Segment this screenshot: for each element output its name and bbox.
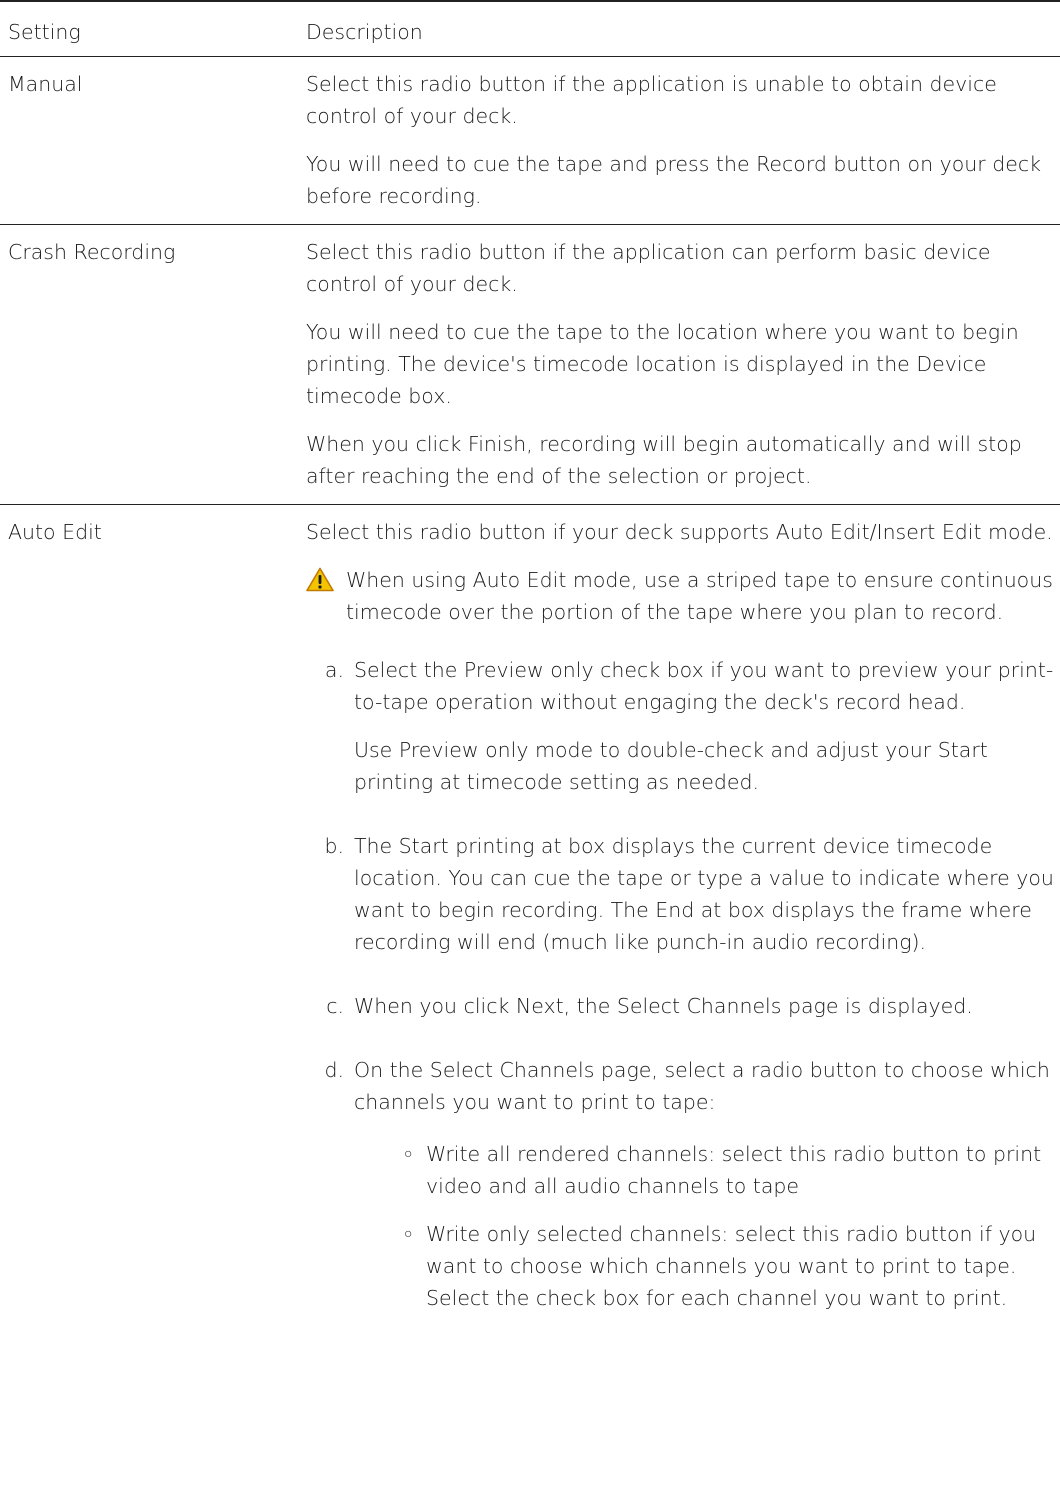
description-paragraph: Select this radio button if the applicat… (306, 240, 991, 296)
header-description: Description (306, 20, 423, 44)
step-body: On the Select Channels page, select a ra… (354, 1054, 1054, 1314)
description-paragraph: Select this radio button if the applicat… (306, 72, 997, 128)
step-marker: a. (324, 658, 344, 682)
description-paragraph: When you click Finish, recording will be… (306, 432, 1022, 488)
bullet-list: ○ Write all rendered channels: select th… (354, 1138, 1054, 1314)
bullet-icon: ○ (404, 1146, 413, 1162)
setting-name: Manual (8, 72, 83, 96)
step-paragraph: When you click Next, the Select Channels… (354, 994, 973, 1018)
bullet-text: Write all rendered channels: select this… (426, 1142, 1042, 1198)
step-paragraph: On the Select Channels page, select a ra… (354, 1058, 1050, 1114)
warning-text: When using Auto Edit mode, use a striped… (346, 568, 1053, 624)
table-row: Crash Recording Select this radio button… (0, 224, 1060, 504)
description-paragraph: Select this radio button if your deck su… (306, 520, 1053, 544)
setting-name: Auto Edit (8, 520, 102, 544)
header-setting: Setting (8, 20, 81, 44)
step-body: The Start printing at box displays the c… (354, 830, 1054, 974)
table-header-row: Setting Description (0, 0, 1060, 56)
bullet-text: Write only selected channels: select thi… (426, 1222, 1037, 1310)
step-marker: c. (326, 994, 344, 1018)
bullet-icon: ○ (404, 1226, 413, 1242)
step-marker: d. (324, 1058, 344, 1082)
step-paragraph: Select the Preview only check box if you… (354, 658, 1054, 714)
step-body: When you click Next, the Select Channels… (354, 990, 1054, 1038)
list-item: b. The Start printing at box displays th… (306, 830, 1054, 974)
warning-icon (306, 564, 346, 601)
description-paragraph: You will need to cue the tape and press … (306, 152, 1041, 208)
setting-description: Select this radio button if your deck su… (306, 505, 1060, 1342)
list-item: a. Select the Preview only check box if … (306, 654, 1054, 814)
settings-table: Setting Description Manual Select this r… (0, 0, 1060, 1342)
setting-description: Select this radio button if the applicat… (306, 225, 1060, 504)
steps-list: a. Select the Preview only check box if … (306, 654, 1054, 1314)
list-item: ○ Write only selected channels: select t… (354, 1218, 1054, 1314)
table-row: Auto Edit Select this radio button if yo… (0, 504, 1060, 1342)
step-paragraph: Use Preview only mode to double-check an… (354, 738, 988, 794)
list-item: d. On the Select Channels page, select a… (306, 1054, 1054, 1314)
setting-description: Select this radio button if the applicat… (306, 57, 1060, 224)
table-row: Manual Select this radio button if the a… (0, 56, 1060, 224)
warning-note: When using Auto Edit mode, use a striped… (306, 564, 1054, 628)
step-body: Select the Preview only check box if you… (354, 654, 1054, 814)
list-item: c. When you click Next, the Select Chann… (306, 990, 1054, 1038)
step-marker: b. (324, 834, 344, 858)
description-paragraph: You will need to cue the tape to the loc… (306, 320, 1019, 408)
setting-name: Crash Recording (8, 240, 176, 264)
list-item: ○ Write all rendered channels: select th… (354, 1138, 1054, 1202)
step-paragraph: The Start printing at box displays the c… (354, 834, 1054, 954)
